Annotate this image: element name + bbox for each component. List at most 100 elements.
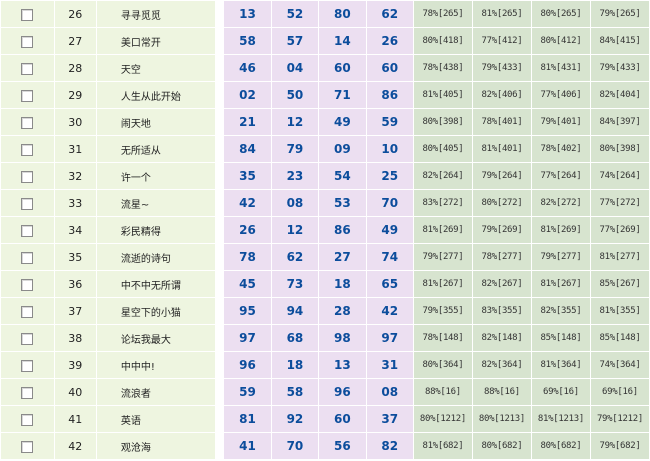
accuracy-rate-1: 81%[682] — [412, 432, 473, 460]
row-checkbox[interactable] — [21, 90, 34, 102]
accuracy-rate-4: 74%[364] — [589, 351, 650, 379]
row-checkbox[interactable] — [21, 306, 34, 318]
column-separator — [214, 189, 225, 217]
predicted-number-3: 49 — [318, 108, 367, 136]
row-checkbox-cell — [0, 378, 55, 406]
row-number: 27 — [53, 27, 97, 55]
row-checkbox[interactable] — [21, 414, 34, 426]
accuracy-rate-4: 82%[404] — [589, 81, 650, 109]
accuracy-rate-4: 77%[269] — [589, 216, 650, 244]
accuracy-rate-1: 79%[277] — [412, 243, 473, 271]
user-name: 中中中! — [95, 351, 216, 379]
accuracy-rate-4: 85%[267] — [589, 270, 650, 298]
row-number: 28 — [53, 54, 97, 82]
predicted-number-3: 14 — [318, 27, 367, 55]
predicted-number-4: 59 — [365, 108, 414, 136]
row-checkbox[interactable] — [21, 36, 34, 48]
row-checkbox[interactable] — [21, 279, 34, 291]
row-number: 40 — [53, 378, 97, 406]
accuracy-rate-1: 80%[405] — [412, 135, 473, 163]
accuracy-rate-4: 69%[16] — [589, 378, 650, 406]
predicted-number-2: 58 — [270, 378, 320, 406]
accuracy-rate-3: 80%[682] — [530, 432, 591, 460]
row-number: 29 — [53, 81, 97, 109]
accuracy-rate-4: 81%[355] — [589, 297, 650, 325]
user-name: 人生从此开始 — [95, 81, 216, 109]
predicted-number-2: 08 — [270, 189, 320, 217]
row-checkbox-cell — [0, 243, 55, 271]
predicted-number-4: 70 — [365, 189, 414, 217]
predicted-number-2: 73 — [270, 270, 320, 298]
predicted-number-2: 57 — [270, 27, 320, 55]
column-separator — [214, 432, 225, 460]
predicted-number-4: 37 — [365, 405, 414, 433]
row-number: 42 — [53, 432, 97, 460]
row-checkbox-cell — [0, 54, 55, 82]
accuracy-rate-4: 84%[415] — [589, 27, 650, 55]
table-row: 38 论坛我最大 97 68 98 97 78%[148] 82%[148] 85%[148] 8… — [0, 324, 650, 352]
table-row: 30 闹天地 21 12 49 59 80%[398] 78%[401] 79%[401] 84%… — [0, 108, 650, 136]
column-separator — [214, 216, 225, 244]
row-checkbox[interactable] — [21, 333, 34, 345]
predicted-number-4: 82 — [365, 432, 414, 460]
predicted-number-4: 60 — [365, 54, 414, 82]
predicted-number-2: 62 — [270, 243, 320, 271]
row-checkbox[interactable] — [21, 360, 34, 372]
predicted-number-3: 96 — [318, 378, 367, 406]
accuracy-rate-4: 79%[433] — [589, 54, 650, 82]
row-checkbox[interactable] — [21, 387, 34, 399]
predicted-number-1: 58 — [223, 27, 272, 55]
predicted-number-3: 53 — [318, 189, 367, 217]
row-number: 37 — [53, 297, 97, 325]
row-checkbox-cell — [0, 270, 55, 298]
table-row: 42 观沧海 41 70 56 82 81%[682] 80%[682] 80%[682] 79%… — [0, 432, 650, 460]
row-checkbox[interactable] — [21, 117, 34, 129]
accuracy-rate-4: 85%[148] — [589, 324, 650, 352]
row-checkbox-cell — [0, 135, 55, 163]
user-name: 观沧海 — [95, 432, 216, 460]
predicted-number-4: 42 — [365, 297, 414, 325]
table-row: 29 人生从此开始 02 50 71 86 81%[405] 82%[406] 77%[406]… — [0, 81, 650, 109]
user-name: 中不中无所谓 — [95, 270, 216, 298]
accuracy-rate-2: 78%[401] — [471, 108, 532, 136]
column-separator — [214, 135, 225, 163]
table-row: 35 流逝的诗句 78 62 27 74 79%[277] 78%[277] 79%[277] 8… — [0, 243, 650, 271]
row-checkbox[interactable] — [21, 171, 34, 183]
user-name: 论坛我最大 — [95, 324, 216, 352]
accuracy-rate-3: 82%[272] — [530, 189, 591, 217]
accuracy-rate-2: 82%[406] — [471, 81, 532, 109]
predicted-number-1: 21 — [223, 108, 272, 136]
row-checkbox[interactable] — [21, 63, 34, 75]
row-checkbox[interactable] — [21, 441, 34, 453]
predicted-number-3: 60 — [318, 54, 367, 82]
accuracy-rate-4: 81%[277] — [589, 243, 650, 271]
accuracy-rate-2: 78%[277] — [471, 243, 532, 271]
column-separator — [214, 0, 225, 28]
predicted-number-3: 56 — [318, 432, 367, 460]
predicted-number-2: 50 — [270, 81, 320, 109]
row-checkbox[interactable] — [21, 9, 34, 21]
predicted-number-3: 98 — [318, 324, 367, 352]
predicted-number-1: 59 — [223, 378, 272, 406]
predicted-number-1: 02 — [223, 81, 272, 109]
column-separator — [214, 378, 225, 406]
row-number: 26 — [53, 0, 97, 28]
accuracy-rate-3: 81%[267] — [530, 270, 591, 298]
row-checkbox[interactable] — [21, 225, 34, 237]
predicted-number-2: 68 — [270, 324, 320, 352]
predicted-number-1: 97 — [223, 324, 272, 352]
predicted-number-4: 08 — [365, 378, 414, 406]
accuracy-rate-3: 77%[264] — [530, 162, 591, 190]
predicted-number-1: 81 — [223, 405, 272, 433]
row-checkbox[interactable] — [21, 252, 34, 264]
accuracy-rate-1: 78%[265] — [412, 0, 473, 28]
row-checkbox[interactable] — [21, 198, 34, 210]
column-separator — [214, 270, 225, 298]
table-row: 39 中中中! 96 18 13 31 80%[364] 82%[364] 81%[364] 74… — [0, 351, 650, 379]
accuracy-rate-1: 83%[272] — [412, 189, 473, 217]
column-separator — [214, 297, 225, 325]
predicted-number-1: 45 — [223, 270, 272, 298]
accuracy-rate-2: 83%[355] — [471, 297, 532, 325]
predicted-number-4: 31 — [365, 351, 414, 379]
row-checkbox[interactable] — [21, 144, 34, 156]
